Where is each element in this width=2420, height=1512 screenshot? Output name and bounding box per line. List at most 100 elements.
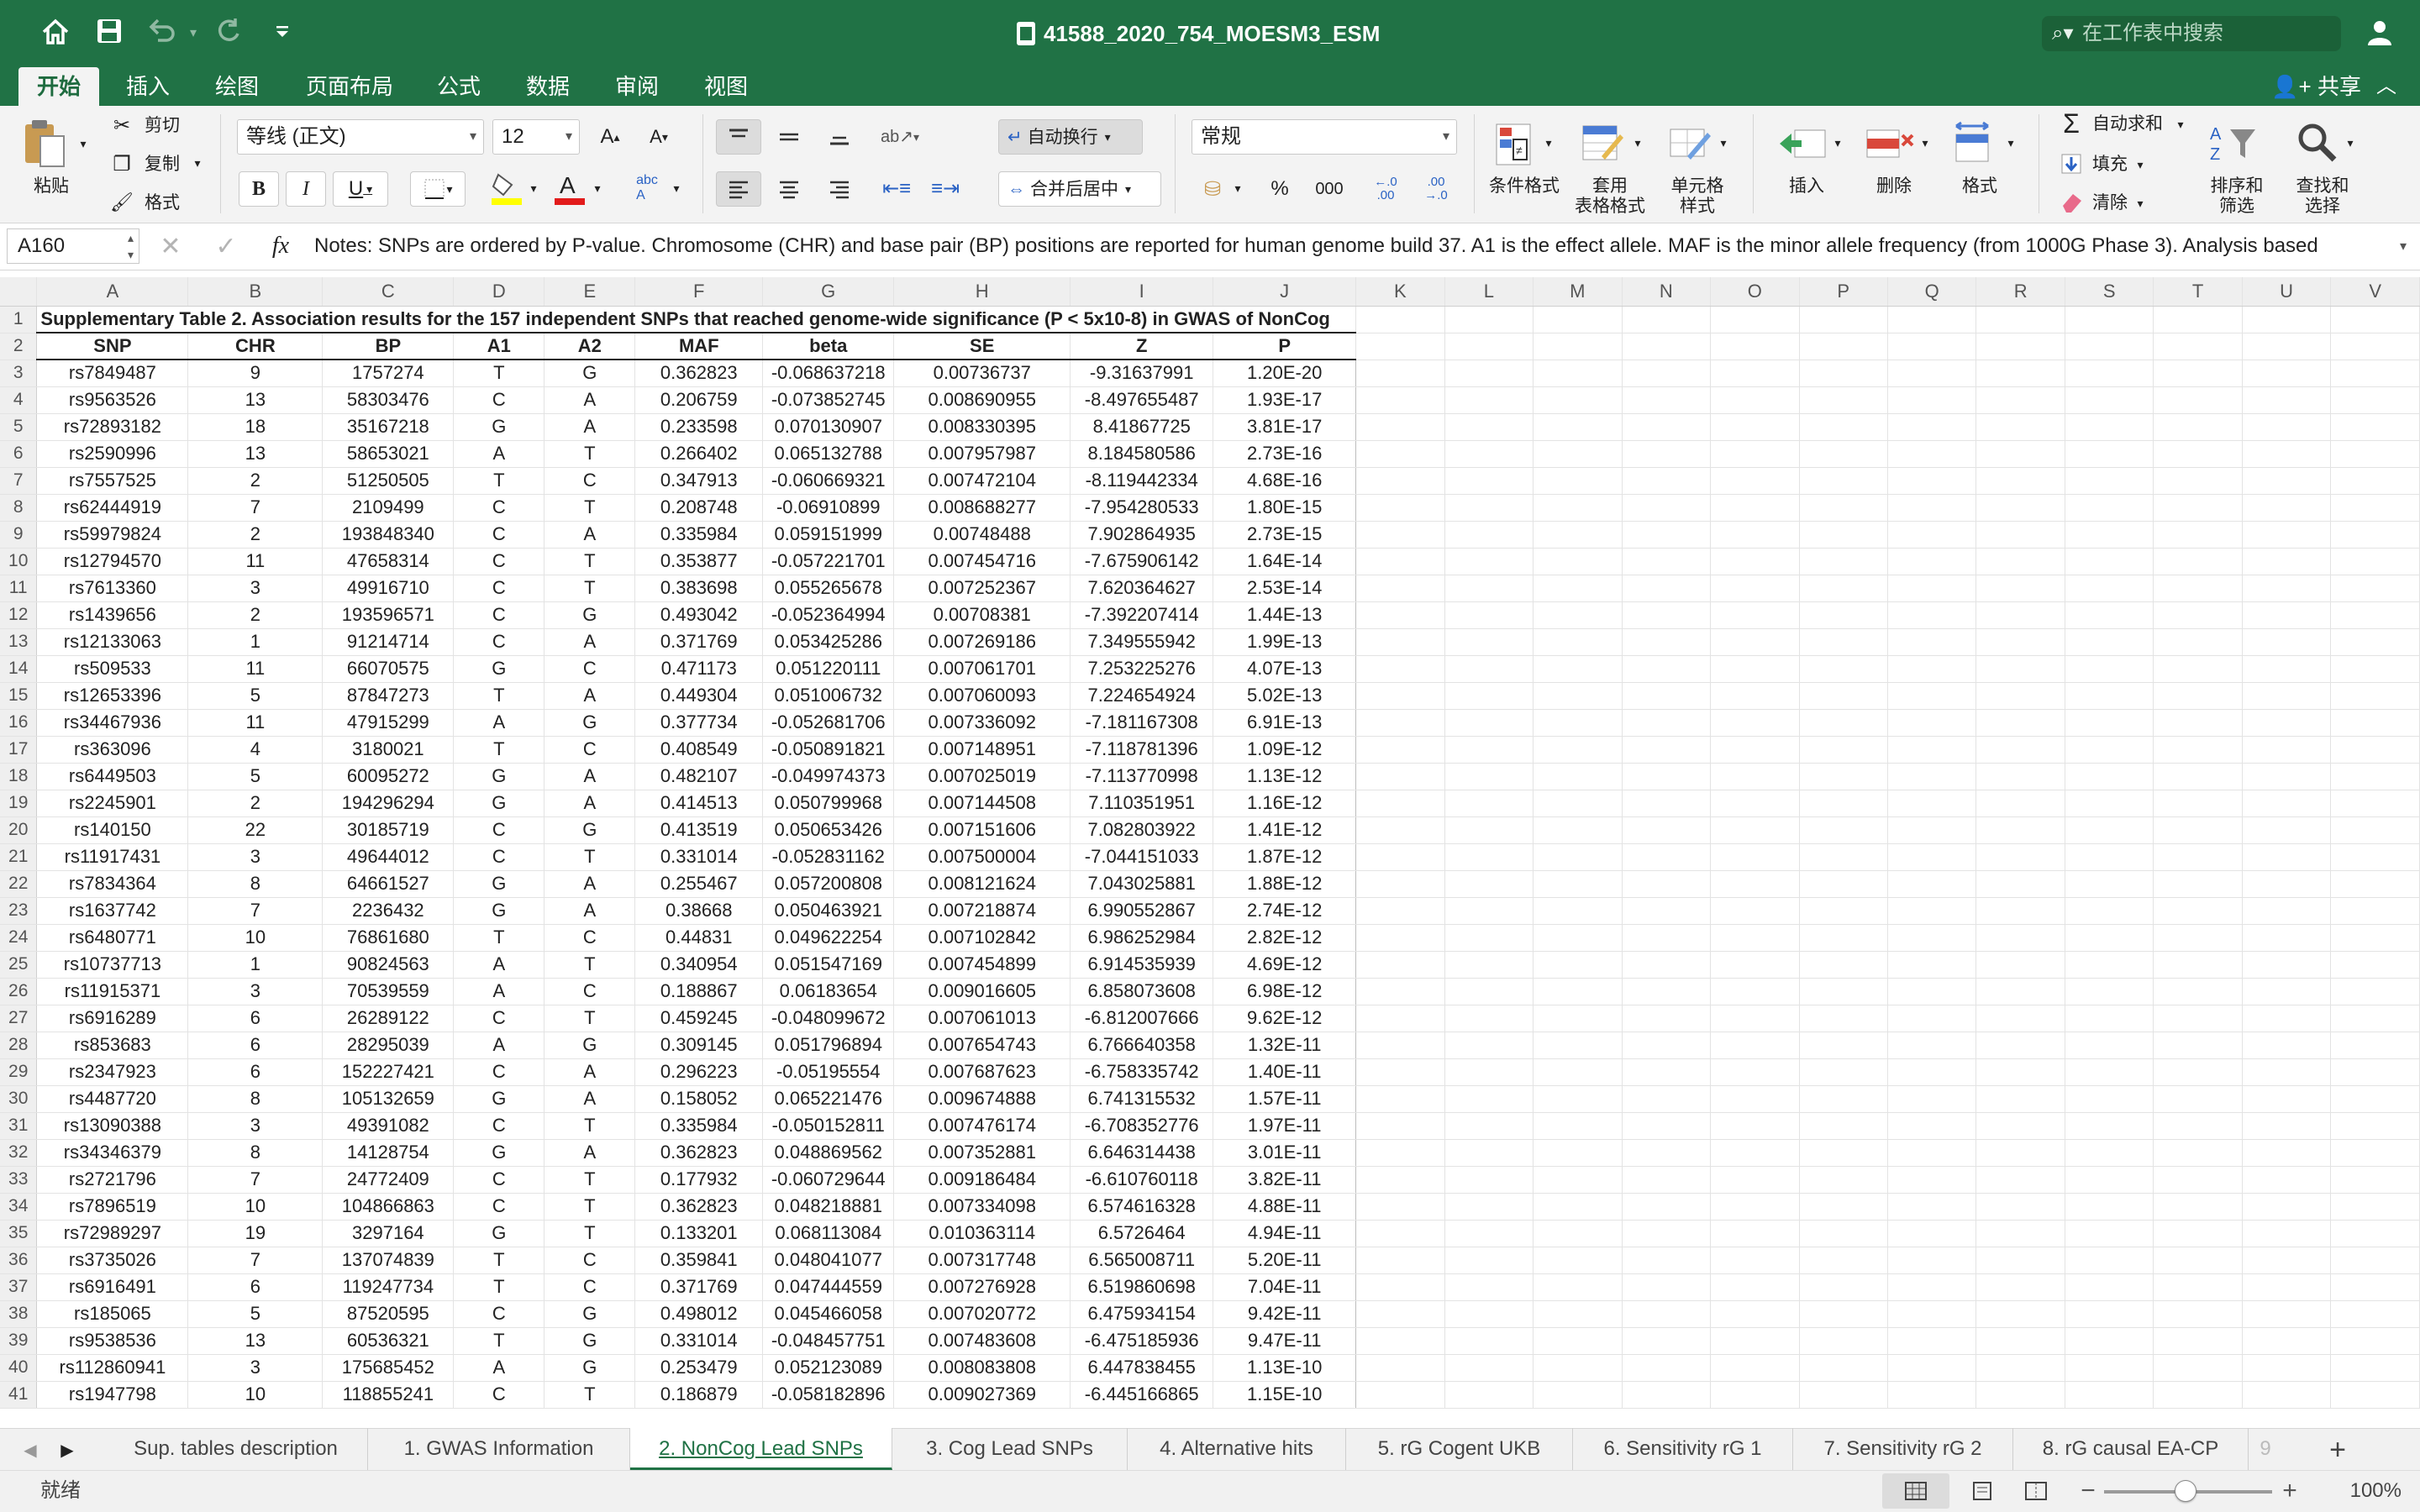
table-cell[interactable]: rs140150 — [36, 816, 189, 844]
customize-quick-access-icon[interactable] — [266, 17, 299, 50]
table-cell[interactable]: 7.902864935 — [1070, 521, 1214, 549]
empty-cell[interactable] — [1710, 333, 1800, 360]
table-cell[interactable]: -0.06910899 — [762, 494, 895, 522]
table-cell[interactable]: 0.158052 — [634, 1085, 764, 1113]
empty-cell[interactable] — [1710, 763, 1800, 790]
empty-cell[interactable] — [1444, 655, 1534, 683]
insert-function-icon[interactable]: fx — [262, 230, 299, 262]
fill-down-icon[interactable] — [2059, 151, 2084, 176]
empty-cell[interactable] — [1887, 1300, 1977, 1328]
table-cell[interactable]: 2 — [187, 467, 324, 495]
empty-cell[interactable] — [1710, 1139, 1800, 1167]
clear-dropdown-icon[interactable]: ▾ — [2134, 195, 2146, 212]
table-cell[interactable]: 2.82E-12 — [1213, 924, 1357, 952]
empty-cell[interactable] — [2330, 440, 2420, 468]
row-header[interactable]: 9 — [0, 521, 38, 549]
tab-view[interactable]: 视图 — [696, 67, 756, 106]
empty-cell[interactable] — [1710, 1085, 1800, 1113]
decrease-indent-icon[interactable]: ⇤≡ — [874, 171, 919, 207]
empty-cell[interactable] — [1444, 575, 1534, 602]
empty-cell[interactable] — [1355, 1327, 1445, 1355]
table-cell[interactable]: A — [453, 1354, 545, 1382]
empty-cell[interactable] — [2153, 1032, 2243, 1059]
table-cell[interactable]: 7.082803922 — [1070, 816, 1214, 844]
empty-cell[interactable] — [1444, 548, 1534, 575]
empty-cell[interactable] — [1622, 736, 1712, 764]
empty-cell[interactable] — [1533, 1327, 1623, 1355]
table-cell[interactable]: -0.050152811 — [762, 1112, 895, 1140]
row-header[interactable]: 35 — [0, 1220, 38, 1247]
empty-cell[interactable] — [1533, 816, 1623, 844]
table-cell[interactable]: rs7896519 — [36, 1193, 189, 1221]
empty-cell[interactable] — [1975, 978, 2065, 1005]
empty-cell[interactable] — [1975, 655, 2065, 683]
empty-cell[interactable] — [1533, 951, 1623, 979]
table-cell[interactable]: 90824563 — [322, 951, 455, 979]
table-cell[interactable]: 1.41E-12 — [1213, 816, 1357, 844]
table-cell[interactable]: 0.050799968 — [762, 790, 895, 817]
table-cell[interactable]: rs7834364 — [36, 870, 189, 898]
table-cell[interactable]: G — [544, 816, 636, 844]
table-cell[interactable]: 11 — [187, 548, 324, 575]
empty-cell[interactable] — [2153, 924, 2243, 952]
empty-cell[interactable] — [2065, 1139, 2154, 1167]
empty-cell[interactable] — [2330, 1247, 2420, 1274]
empty-cell[interactable] — [1533, 897, 1623, 925]
column-header[interactable]: D — [453, 277, 545, 307]
empty-cell[interactable] — [1799, 467, 1888, 495]
empty-cell[interactable] — [1887, 682, 1977, 710]
align-middle-icon[interactable] — [766, 119, 812, 155]
table-cell[interactable]: 10 — [187, 1381, 324, 1409]
column-header[interactable]: I — [1070, 277, 1214, 307]
empty-cell[interactable] — [2065, 306, 2154, 333]
empty-cell[interactable] — [1533, 655, 1623, 683]
table-cell[interactable]: 0.347913 — [634, 467, 764, 495]
table-cell[interactable]: rs10737713 — [36, 951, 189, 979]
table-cell[interactable]: 1.57E-11 — [1213, 1085, 1357, 1113]
table-cell[interactable]: A — [544, 413, 636, 441]
empty-cell[interactable] — [1710, 978, 1800, 1005]
table-cell[interactable]: rs13090388 — [36, 1112, 189, 1140]
table-cell[interactable]: T — [544, 1005, 636, 1032]
empty-cell[interactable] — [2330, 413, 2420, 441]
table-cell[interactable]: 0.331014 — [634, 1327, 764, 1355]
row-header[interactable]: 21 — [0, 843, 38, 871]
empty-cell[interactable] — [2330, 763, 2420, 790]
column-header[interactable]: N — [1622, 277, 1712, 307]
empty-cell[interactable] — [1887, 1005, 1977, 1032]
table-cell[interactable]: -9.31637991 — [1070, 360, 1214, 387]
empty-cell[interactable] — [2330, 386, 2420, 414]
table-cell[interactable]: 49391082 — [322, 1112, 455, 1140]
table-cell[interactable]: -0.057221701 — [762, 548, 895, 575]
column-title[interactable]: SE — [893, 332, 1071, 360]
empty-cell[interactable] — [1444, 521, 1534, 549]
row-header[interactable]: 1 — [0, 306, 38, 333]
empty-cell[interactable] — [1444, 843, 1534, 871]
empty-cell[interactable] — [1799, 548, 1888, 575]
table-cell[interactable]: 0.00708381 — [893, 601, 1071, 629]
table-cell[interactable]: 0.059151999 — [762, 521, 895, 549]
table-cell[interactable]: 2.73E-16 — [1213, 440, 1357, 468]
empty-cell[interactable] — [1355, 682, 1445, 710]
table-cell[interactable]: 58303476 — [322, 386, 455, 414]
table-cell[interactable]: 0.362823 — [634, 1139, 764, 1167]
table-cell[interactable]: C — [544, 1273, 636, 1301]
table-cell[interactable]: 0.007144508 — [893, 790, 1071, 817]
row-header[interactable]: 17 — [0, 736, 38, 764]
empty-cell[interactable] — [1710, 1381, 1800, 1409]
table-cell[interactable]: 60095272 — [322, 763, 455, 790]
empty-cell[interactable] — [1887, 1193, 1977, 1221]
empty-cell[interactable] — [1355, 1193, 1445, 1221]
table-cell[interactable]: 0.331014 — [634, 843, 764, 871]
empty-cell[interactable] — [1887, 816, 1977, 844]
empty-cell[interactable] — [2065, 1085, 2154, 1113]
empty-cell[interactable] — [2065, 1193, 2154, 1221]
table-cell[interactable]: 1.80E-15 — [1213, 494, 1357, 522]
table-cell[interactable]: A — [453, 951, 545, 979]
empty-cell[interactable] — [1710, 736, 1800, 764]
empty-cell[interactable] — [1622, 870, 1712, 898]
empty-cell[interactable] — [2330, 1166, 2420, 1194]
empty-cell[interactable] — [1444, 1085, 1534, 1113]
table-cell[interactable]: G — [544, 1327, 636, 1355]
table-cell[interactable]: C — [453, 494, 545, 522]
